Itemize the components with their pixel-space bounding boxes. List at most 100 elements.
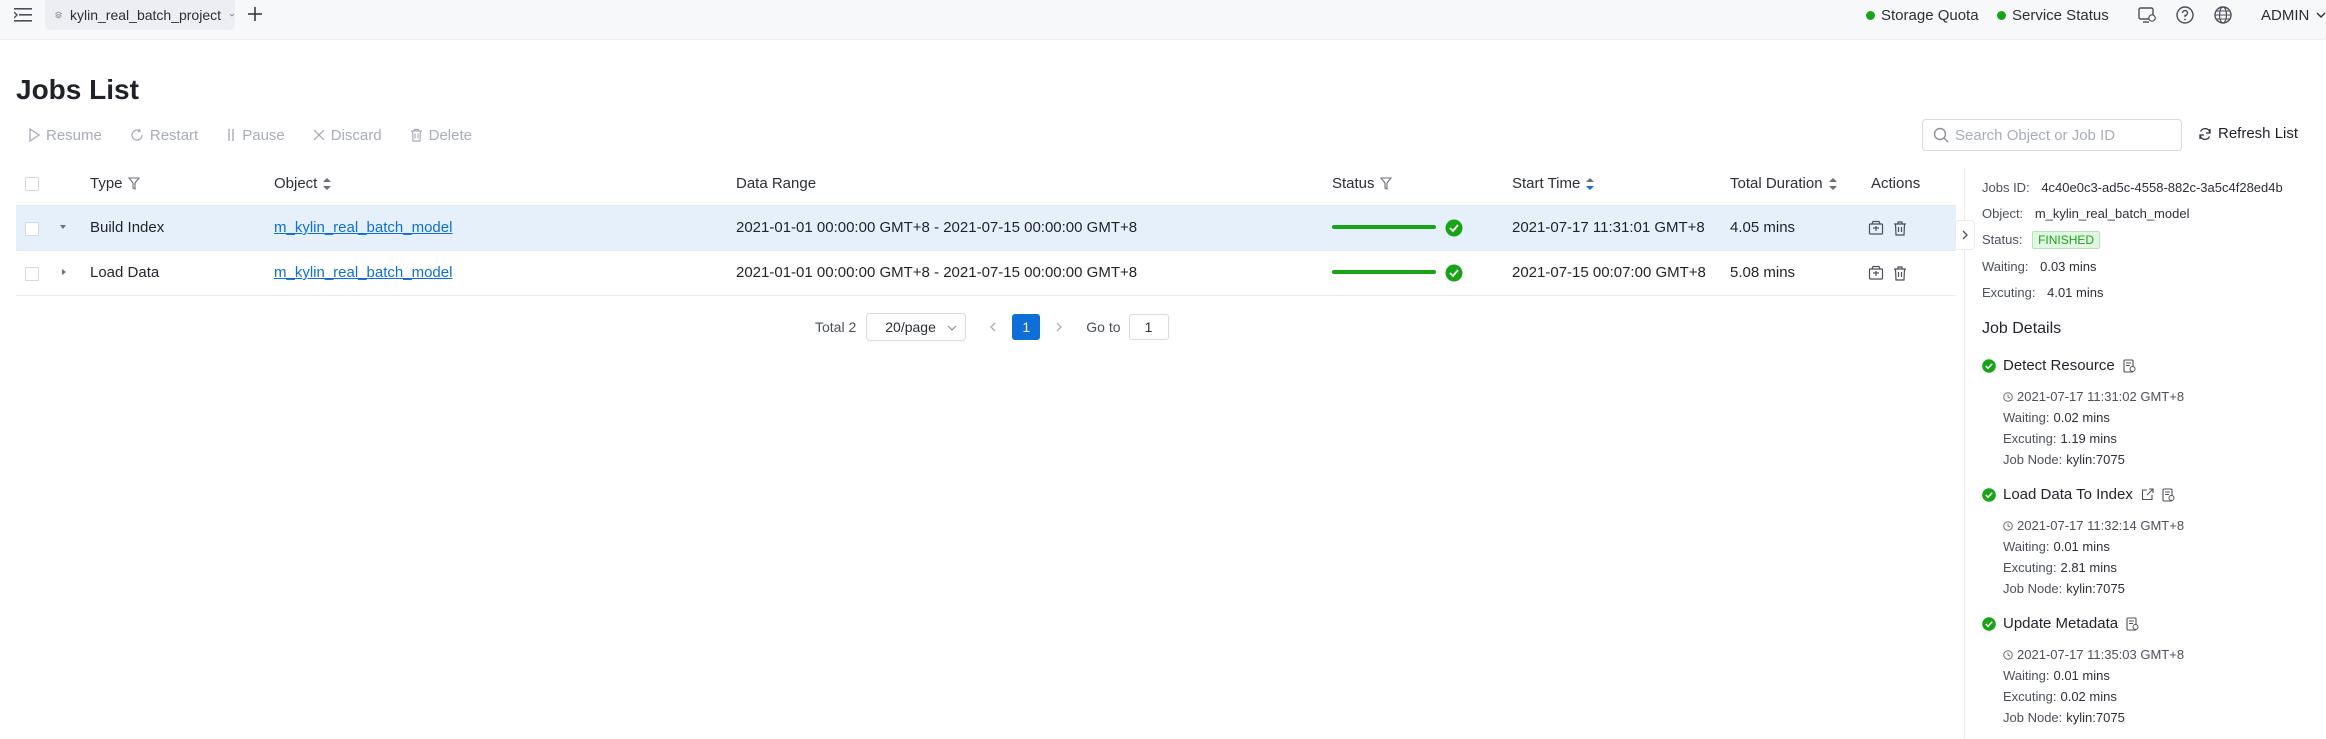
refresh-list-button[interactable]: Refresh List	[2198, 125, 2298, 142]
filter-icon[interactable]	[127, 177, 140, 190]
filter-icon[interactable]	[1379, 177, 1392, 190]
menu-toggle-icon[interactable]	[14, 6, 36, 24]
step-title: Detect Resource	[1982, 357, 2136, 374]
goto-page-input[interactable]: 1	[1128, 314, 1169, 340]
job-data-range: 2021-01-01 00:00:00 GMT+8 - 2021-07-15 0…	[736, 264, 1138, 281]
user-menu[interactable]: ADMIN	[2261, 6, 2326, 24]
progress-fill	[1332, 225, 1436, 229]
exec-line: Excuting: 4.01 mins	[1982, 285, 2103, 300]
language-globe-icon[interactable]	[2213, 5, 2233, 25]
progress-fill	[1332, 270, 1436, 274]
finished-check-icon	[1445, 219, 1463, 237]
sort-icon[interactable]	[1585, 177, 1595, 191]
clock-icon	[2003, 649, 2013, 660]
page-size-value: 20/page	[885, 319, 936, 335]
row-checkbox[interactable]	[25, 222, 39, 236]
job-type: Build Index	[90, 219, 165, 236]
job-type: Load Data	[90, 264, 160, 281]
clock-icon	[2003, 520, 2013, 531]
delete-button[interactable]: Delete	[410, 127, 472, 144]
finished-check-icon	[1445, 264, 1463, 282]
chevron-down-icon[interactable]	[58, 222, 68, 232]
status-badge: FINISHED	[2032, 231, 2101, 249]
prev-page-icon[interactable]	[988, 321, 998, 333]
job-object-link[interactable]: m_kylin_real_batch_model	[274, 219, 452, 236]
header-start-time[interactable]: Start Time	[1512, 175, 1595, 192]
step-waiting-label: Waiting:	[2003, 410, 2050, 425]
table-row[interactable]: Build Index m_kylin_real_batch_model 202…	[16, 206, 1956, 251]
refresh-label: Refresh List	[2218, 125, 2299, 142]
external-link-icon[interactable]	[2141, 488, 2154, 501]
clock-icon	[2003, 391, 2013, 402]
step-node-label: Job Node:	[2003, 452, 2063, 467]
storage-quota-status[interactable]: Storage Quota	[1866, 6, 1979, 24]
exec-value: 4.01 mins	[2047, 285, 2104, 300]
job-id-line: Jobs ID: 4c40e0c3-ad5c-4558-882c-3a5c4f2…	[1982, 180, 2283, 195]
job-actions-toolbar: Resume Restart Pause Discard Delete	[28, 124, 500, 146]
header-data-range: Data Range	[736, 175, 816, 192]
step-waiting-line: Waiting: 0.01 mins	[2003, 668, 2110, 683]
sort-icon[interactable]	[322, 177, 332, 191]
next-page-icon[interactable]	[1054, 321, 1064, 333]
trash-icon[interactable]	[1892, 265, 1908, 281]
page-size-select[interactable]: 20/page	[866, 313, 967, 341]
job-details-heading: Job Details	[1982, 320, 2062, 337]
header-type[interactable]: Type	[90, 175, 140, 192]
header-total-duration[interactable]: Total Duration	[1730, 175, 1838, 192]
job-object-link[interactable]: m_kylin_real_batch_model	[274, 264, 452, 281]
status-dot	[1866, 10, 1875, 20]
table-row[interactable]: Load Data m_kylin_real_batch_model 2021-…	[16, 251, 1956, 296]
job-duration: 4.05 mins	[1730, 219, 1796, 236]
header-object[interactable]: Object	[274, 175, 332, 192]
header-total-duration-label: Total Duration	[1730, 175, 1823, 192]
step-exec-line: Excuting: 0.02 mins	[2003, 689, 2117, 704]
step-exec-line: Excuting: 1.19 mins	[2003, 431, 2117, 446]
pause-button[interactable]: Pause	[226, 127, 285, 144]
add-tab-icon[interactable]	[246, 5, 264, 23]
log-icon[interactable]	[2126, 616, 2139, 631]
step-name: Detect Resource	[2003, 357, 2115, 374]
header-actions: Actions	[1871, 175, 1920, 192]
row-checkbox[interactable]	[25, 267, 39, 281]
job-start-time: 2021-07-17 11:31:01 GMT+8	[1512, 219, 1705, 236]
search-input[interactable]	[1955, 126, 2175, 144]
storage-quota-label: Storage Quota	[1881, 6, 1979, 24]
sort-icon[interactable]	[1828, 177, 1838, 191]
status-label: Status:	[1982, 232, 2023, 247]
step-node-value: kylin:7075	[2066, 581, 2125, 596]
job-search-box[interactable]	[1922, 119, 2182, 151]
job-detail-panel: Jobs ID: 4c40e0c3-ad5c-4558-882c-3a5c4f2…	[1955, 168, 2326, 739]
archive-icon[interactable]	[1868, 265, 1884, 281]
log-icon[interactable]	[2123, 358, 2136, 373]
job-progress-bar	[1332, 270, 1436, 274]
close-icon	[313, 129, 325, 141]
project-selector[interactable]: kylin_real_batch_project	[45, 0, 235, 30]
step-time-line: 2021-07-17 11:35:03 GMT+8	[2003, 647, 2184, 662]
step-waiting-line: Waiting: 0.01 mins	[2003, 539, 2110, 554]
archive-icon[interactable]	[1868, 220, 1884, 236]
restart-button[interactable]: Restart	[130, 127, 198, 144]
step-exec-value: 2.81 mins	[2060, 560, 2117, 575]
service-status[interactable]: Service Status	[1997, 6, 2109, 24]
resume-button[interactable]: Resume	[28, 127, 102, 144]
step-node-value: kylin:7075	[2066, 710, 2125, 725]
step-waiting-value: 0.01 mins	[2053, 539, 2110, 554]
waiting-label: Waiting:	[1982, 259, 2029, 274]
help-icon[interactable]	[2175, 5, 2195, 25]
collapse-panel-button[interactable]	[1955, 220, 1975, 250]
current-page[interactable]: 1	[1012, 314, 1041, 340]
step-time: 2021-07-17 11:31:02 GMT+8	[2017, 389, 2185, 404]
discard-button[interactable]: Discard	[313, 127, 382, 144]
trash-icon[interactable]	[1892, 220, 1908, 236]
pagination: Total 2 20/page 1 Go to 1	[815, 313, 1169, 341]
project-cube-icon	[55, 11, 63, 19]
monitor-icon[interactable]	[2137, 5, 2157, 25]
chevron-right-icon[interactable]	[59, 267, 69, 277]
select-all-checkbox[interactable]	[25, 177, 39, 191]
step-waiting-label: Waiting:	[2003, 539, 2050, 554]
step-node-line: Job Node: kylin:7075	[2003, 581, 2125, 596]
log-icon[interactable]	[2162, 487, 2175, 502]
header-status[interactable]: Status	[1332, 175, 1392, 192]
step-node-label: Job Node:	[2003, 581, 2063, 596]
object-value: m_kylin_real_batch_model	[2034, 206, 2190, 221]
